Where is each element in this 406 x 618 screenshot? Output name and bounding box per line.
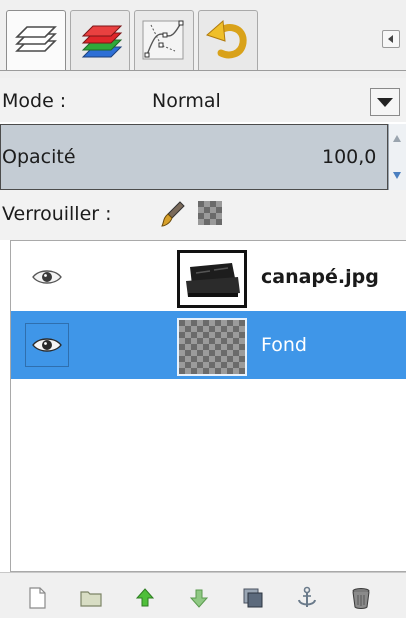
lower-layer-button[interactable] [186, 585, 212, 611]
lock-alpha-button[interactable] [198, 201, 222, 225]
trash-icon [352, 588, 370, 609]
anchor-layer-button[interactable] [294, 585, 320, 611]
paths-icon [142, 20, 184, 60]
new-layer-button[interactable] [24, 585, 50, 611]
duplicate-layer-button[interactable] [240, 585, 266, 611]
new-layer-group-icon [80, 591, 102, 607]
delete-layer-button[interactable] [348, 585, 374, 611]
opacity-label: Opacité [2, 146, 76, 168]
layer-thumbnail-fond [177, 318, 247, 376]
tab-layers[interactable] [6, 10, 66, 70]
checkerboard-thumbnail-icon [179, 320, 245, 374]
channels-icon [81, 25, 123, 58]
lock-pixels-button[interactable] [160, 200, 186, 228]
mode-select[interactable]: Normal [152, 90, 221, 112]
raise-layer-icon [135, 588, 155, 607]
opacity-value[interactable]: 100,0 [322, 146, 376, 168]
layer-row-fond[interactable]: Fond [11, 311, 406, 379]
duplicate-layer-icon [243, 588, 263, 608]
tab-paths[interactable] [134, 10, 194, 70]
lower-layer-icon [189, 589, 209, 608]
opacity-spin-button[interactable] [388, 124, 406, 190]
checkerboard-icon [198, 201, 222, 225]
layers-icon [15, 26, 57, 52]
anchor-icon [298, 586, 316, 607]
layers-toolbar [0, 572, 406, 618]
spin-arrows-icon [393, 135, 401, 179]
new-layer-group-button[interactable] [78, 585, 104, 611]
paintbrush-icon [161, 201, 185, 227]
chevron-down-icon [377, 98, 393, 107]
tab-undo-history[interactable] [198, 10, 258, 70]
raise-layer-button[interactable] [132, 585, 158, 611]
new-layer-icon [29, 587, 46, 609]
undo-icon [206, 19, 247, 59]
sofa-thumbnail-icon [180, 253, 244, 305]
eye-icon [32, 270, 62, 284]
layer-name-fond[interactable]: Fond [261, 333, 307, 357]
mode-dropdown-button[interactable] [370, 88, 400, 116]
layer-thumbnail-canape [177, 250, 247, 308]
eye-icon [32, 338, 62, 352]
chevron-left-icon [388, 35, 393, 43]
tab-channels[interactable] [70, 10, 130, 70]
layer-name-canape[interactable]: canapé.jpg [261, 265, 379, 289]
layer-list[interactable]: canapé.jpg Fond [10, 240, 406, 572]
layer-row-canape[interactable]: canapé.jpg [11, 243, 406, 311]
tab-menu-button[interactable] [382, 30, 400, 48]
mode-label: Mode : [2, 90, 67, 112]
visibility-toggle[interactable] [25, 323, 69, 367]
visibility-toggle[interactable] [25, 255, 69, 299]
lock-label: Verrouiller : [2, 203, 112, 225]
